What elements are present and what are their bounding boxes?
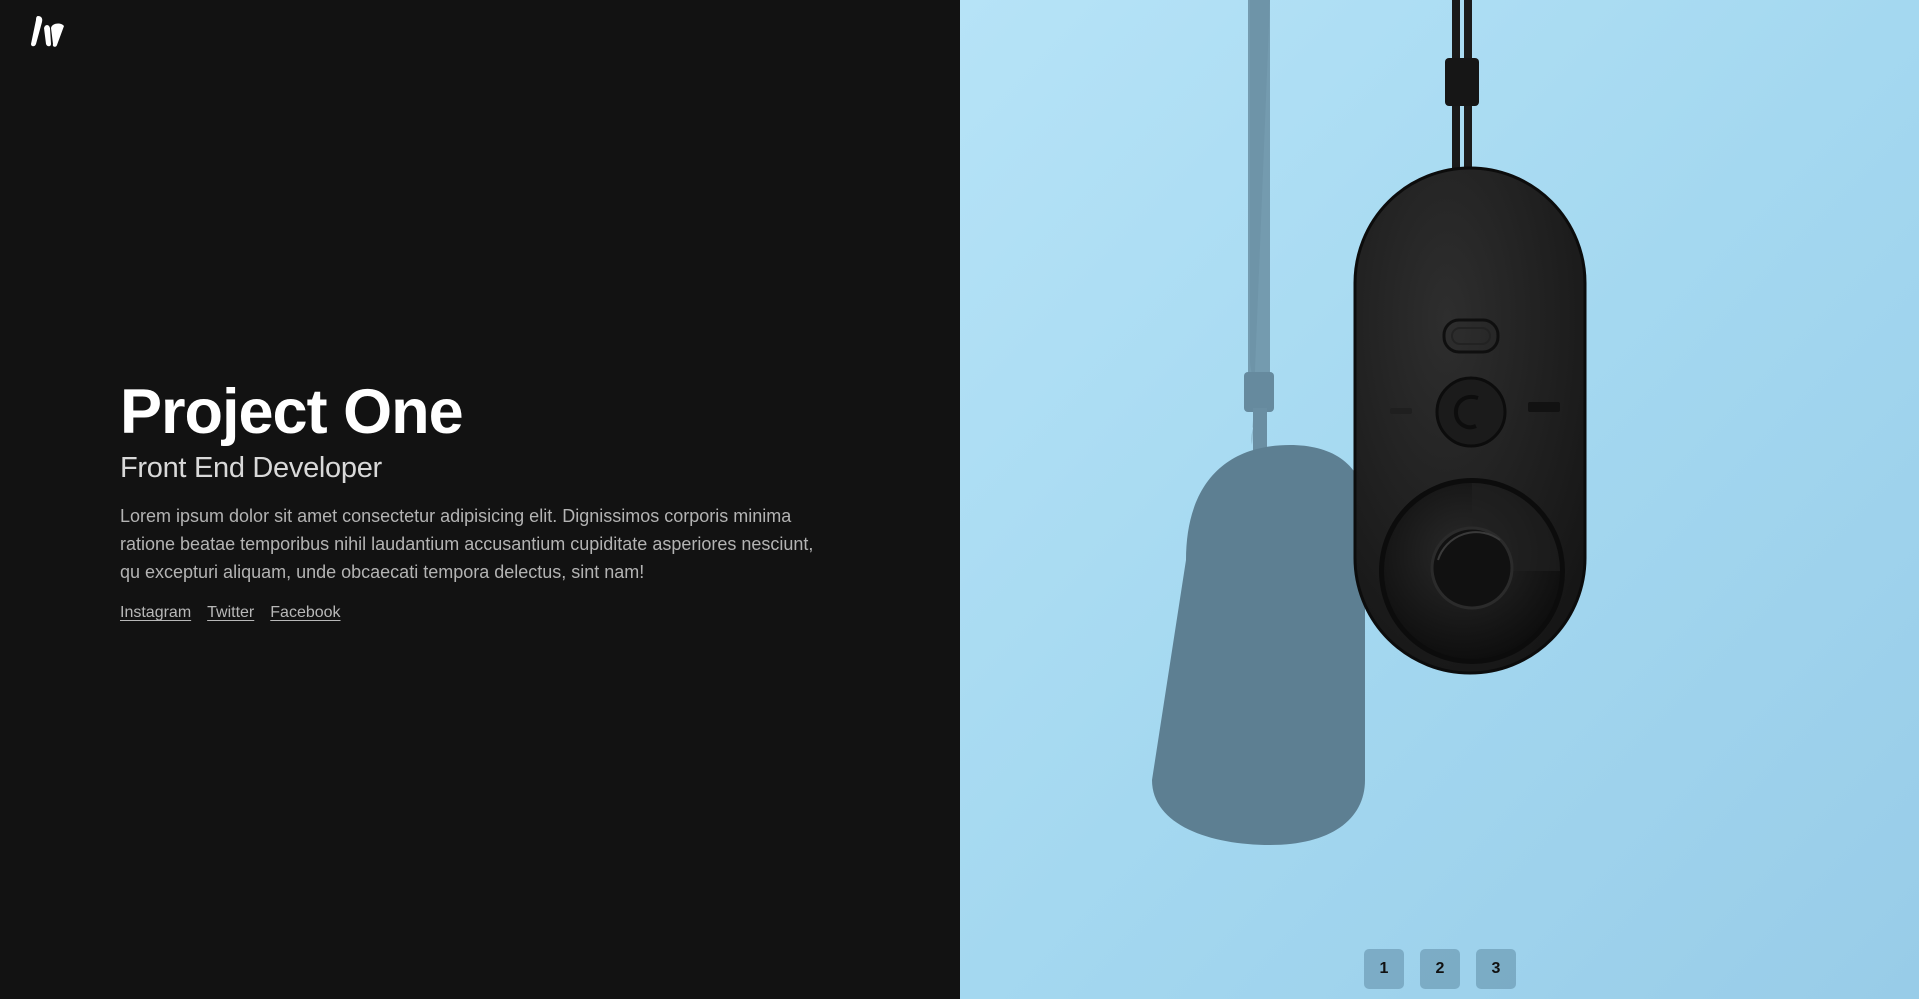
page-1-button[interactable]: 1	[1364, 949, 1404, 989]
slide-pagination: 1 2 3	[1364, 949, 1516, 989]
project-image-panel: 1 2 3	[960, 0, 1919, 999]
twitter-link[interactable]: Twitter	[207, 604, 254, 622]
instagram-link[interactable]: Instagram	[120, 604, 191, 622]
social-links: Instagram Twitter Facebook	[120, 604, 840, 622]
page-2-button[interactable]: 2	[1420, 949, 1460, 989]
page-3-button[interactable]: 3	[1476, 949, 1516, 989]
page: Project One Front End Developer Lorem ip…	[0, 0, 1919, 999]
left-panel: Project One Front End Developer Lorem ip…	[0, 0, 960, 999]
remote-control-photo	[960, 0, 1919, 999]
facebook-link[interactable]: Facebook	[270, 604, 340, 622]
project-role: Front End Developer	[120, 452, 382, 484]
project-title: Project One	[120, 377, 464, 447]
project-description: Lorem ipsum dolor sit amet consectetur a…	[120, 506, 814, 582]
hero-content: Project One Front End Developer Lorem ip…	[120, 376, 840, 622]
brand-logo-icon[interactable]	[30, 14, 66, 48]
